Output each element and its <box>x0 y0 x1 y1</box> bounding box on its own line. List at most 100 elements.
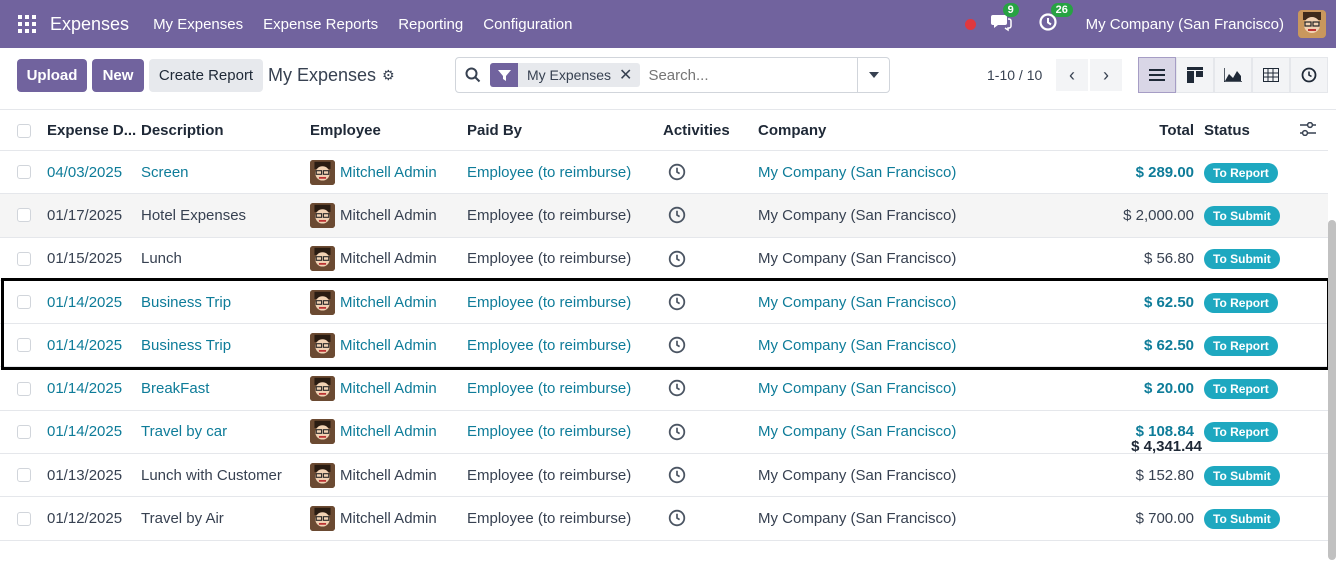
optional-columns-icon[interactable] <box>1300 121 1316 140</box>
activity-clock-icon[interactable] <box>668 250 686 272</box>
header-description[interactable]: Description <box>141 122 224 139</box>
cell-employee: Mitchell Admin <box>310 506 437 532</box>
activity-clock-icon[interactable] <box>668 163 686 185</box>
cell-total: $ 289.00 <box>1135 163 1194 181</box>
table-row[interactable]: 04/03/2025 Screen Mitchell Admin Employee (… <box>0 151 1328 195</box>
scrollbar[interactable] <box>1328 220 1336 560</box>
cell-total: $ 20.00 <box>1143 380 1194 398</box>
employee-avatar <box>310 419 335 445</box>
cell-total: $ 62.50 <box>1143 336 1194 354</box>
table-header: Expense D... Description Employee Paid B… <box>0 111 1328 151</box>
pager-prev-button[interactable]: ‹ <box>1056 59 1088 91</box>
new-button[interactable]: New <box>92 59 144 92</box>
table-row[interactable]: 01/14/2025 Travel by car Mitchell Admin Emp… <box>0 411 1328 455</box>
pager-next-button[interactable]: › <box>1090 59 1122 91</box>
cell-paid-by: Employee (to reimburse) <box>467 380 632 398</box>
app-name[interactable]: Expenses <box>50 14 129 35</box>
header-paid-by[interactable]: Paid By <box>467 122 522 139</box>
activities-badge: 26 <box>1050 3 1073 17</box>
cell-status: To Submit <box>1204 509 1280 530</box>
cell-employee: Mitchell Admin <box>310 289 437 315</box>
pager-value[interactable]: 1-10 / 10 <box>987 67 1042 83</box>
menu-expense-reports[interactable]: Expense Reports <box>263 16 378 33</box>
activity-view-button[interactable] <box>1290 57 1328 93</box>
row-checkbox[interactable] <box>17 511 31 526</box>
row-checkbox[interactable] <box>17 208 31 223</box>
table-row[interactable]: 01/15/2025 Lunch Mitchell Admin Employee (t… <box>0 238 1328 281</box>
cell-company: My Company (San Francisco) <box>758 206 957 224</box>
search-bar: My Expenses ✕ <box>455 57 890 93</box>
cell-status: To Report <box>1204 335 1278 356</box>
cell-paid-by: Employee (to reimburse) <box>467 250 632 268</box>
employee-name: Mitchell Admin <box>340 510 437 528</box>
row-checkbox[interactable] <box>17 338 31 353</box>
activity-clock-icon[interactable] <box>668 466 686 488</box>
cell-employee: Mitchell Admin <box>310 462 437 488</box>
list-view-button[interactable] <box>1138 57 1176 93</box>
row-checkbox[interactable] <box>17 381 31 396</box>
user-avatar[interactable] <box>1298 10 1326 38</box>
header-activities[interactable]: Activities <box>663 122 730 139</box>
header-company[interactable]: Company <box>758 122 826 139</box>
menu-configuration[interactable]: Configuration <box>483 16 572 33</box>
cell-paid-by: Employee (to reimburse) <box>467 466 632 484</box>
header-date[interactable]: Expense D... <box>47 122 136 139</box>
table-row[interactable]: 01/14/2025 BreakFast Mitchell Admin Employe… <box>0 367 1328 411</box>
cell-company: My Company (San Francisco) <box>758 510 957 528</box>
chevron-right-icon: › <box>1103 64 1109 85</box>
activity-clock-icon[interactable] <box>668 206 686 228</box>
menu-reporting[interactable]: Reporting <box>398 16 463 33</box>
search-options-toggle[interactable] <box>857 58 889 92</box>
employee-avatar <box>310 462 335 488</box>
table-row[interactable]: 01/17/2025 Hotel Expenses Mitchell Admin Em… <box>0 194 1328 238</box>
create-report-button[interactable]: Create Report <box>149 59 263 92</box>
graph-view-button[interactable] <box>1214 57 1252 93</box>
row-checkbox[interactable] <box>17 295 31 310</box>
header-status[interactable]: Status <box>1204 122 1250 139</box>
pivot-view-button[interactable] <box>1252 57 1290 93</box>
kanban-view-button[interactable] <box>1176 57 1214 93</box>
row-checkbox[interactable] <box>17 424 31 439</box>
status-badge: To Report <box>1204 422 1278 443</box>
table-row[interactable]: 01/14/2025 Business Trip Mitchell Admin Emp… <box>0 324 1328 368</box>
facet-label: My Expenses <box>527 67 612 83</box>
cell-total: $ 152.80 <box>1135 466 1194 484</box>
company-switcher[interactable]: My Company (San Francisco) <box>1086 16 1284 33</box>
activity-clock-icon[interactable] <box>668 379 686 401</box>
grand-total: $ 4,341.44 <box>1131 438 1202 455</box>
select-all-checkbox[interactable] <box>17 123 31 138</box>
status-dot-icon[interactable] <box>964 18 976 30</box>
row-checkbox[interactable] <box>17 165 31 180</box>
row-checkbox[interactable] <box>17 251 31 266</box>
row-checkbox[interactable] <box>17 468 31 483</box>
cell-date: 01/15/2025 <box>47 250 123 268</box>
kanban-icon <box>1187 67 1203 83</box>
remove-facet-icon[interactable]: ✕ <box>619 65 640 85</box>
messages-button[interactable]: 9 <box>990 3 1019 36</box>
cell-company: My Company (San Francisco) <box>758 380 957 398</box>
table-row[interactable]: 01/14/2025 Business Trip Mitchell Admin Emp… <box>0 281 1328 325</box>
activities-button[interactable]: 26 <box>1038 3 1073 36</box>
activity-clock-icon[interactable] <box>668 423 686 445</box>
cell-description: Business Trip <box>141 336 232 354</box>
apps-grid-icon[interactable] <box>18 15 36 33</box>
status-badge: To Submit <box>1204 249 1280 270</box>
cell-paid-by: Employee (to reimburse) <box>467 163 632 181</box>
search-input[interactable] <box>648 66 849 84</box>
search-icon[interactable] <box>456 67 490 83</box>
header-total[interactable]: Total <box>1159 122 1194 139</box>
upload-button[interactable]: Upload <box>17 59 87 92</box>
activity-clock-icon[interactable] <box>668 336 686 358</box>
cell-date: 01/13/2025 <box>47 466 123 484</box>
menu-my-expenses[interactable]: My Expenses <box>153 16 243 33</box>
activity-clock-icon[interactable] <box>668 509 686 531</box>
activity-clock-icon[interactable] <box>668 293 686 315</box>
header-employee[interactable]: Employee <box>310 122 381 139</box>
gear-icon[interactable]: ⚙ <box>382 67 395 84</box>
table-row[interactable]: 01/12/2025 Travel by Air Mitchell Admin Emp… <box>0 497 1328 541</box>
cell-employee: Mitchell Admin <box>310 419 437 445</box>
caret-down-icon <box>868 72 879 78</box>
table-row[interactable]: 01/13/2025 Lunch with Customer Mitchell Ad… <box>0 454 1328 498</box>
cell-description: Travel by Air <box>141 510 224 528</box>
status-badge: To Submit <box>1204 509 1280 530</box>
